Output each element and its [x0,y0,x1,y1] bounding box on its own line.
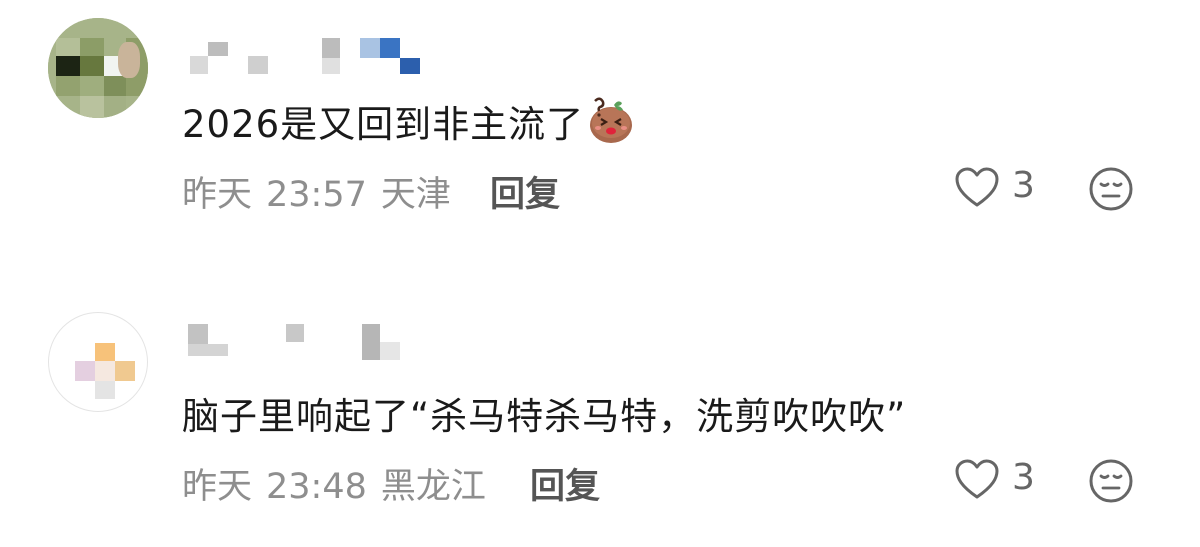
avatar-pixel [115,361,135,381]
comment-item: 脑子里响起了“杀马特杀马特，洗剪吹吹吹” 昨天 23:48 黑龙江 回复 3 [0,260,1200,547]
mosaic-block [248,56,268,74]
mosaic-block [322,38,340,58]
avatar-pixel [104,76,126,96]
mosaic-block [188,324,208,344]
comment-text: 2026是又回到非主流了 [182,94,636,152]
like-count: 3 [1012,165,1035,206]
like-button[interactable]: 3 [955,165,1045,213]
mosaic-block [188,344,228,356]
mosaic-block [380,342,400,360]
avatar-pixel [80,76,104,96]
avatar-pixel [104,96,126,118]
like-count: 3 [1012,457,1035,498]
username-redacted[interactable] [182,30,422,74]
comment-date: 昨天 [182,175,253,215]
avatar-pixel [56,76,80,96]
avatar-pixel [80,38,104,56]
avatar-pixel [95,343,115,361]
avatar-pixel [56,56,80,76]
avatar-pixel [80,56,104,76]
avatar-dog-figure [118,42,140,78]
avatar-pixel [56,38,80,56]
comment-meta: 昨天 23:57 天津 [182,166,465,217]
avatar-pixel [80,96,104,118]
reply-button[interactable]: 回复 [530,458,600,509]
avatar-pixel [95,361,115,381]
dislike-button[interactable] [1088,166,1134,212]
avatar[interactable] [48,312,148,412]
neutral-face-icon [1089,459,1133,503]
mosaic-block [360,38,380,58]
mosaic-block [400,58,420,74]
mosaic-block [380,38,400,58]
avatar-pixel [75,361,95,381]
mosaic-block [286,324,304,342]
username-redacted[interactable] [182,322,422,366]
comment-location: 黑龙江 [380,467,486,507]
avatar-pixel [95,381,115,399]
comment-text: 脑子里响起了“杀马特杀马特，洗剪吹吹吹” [182,395,907,438]
comment-location: 天津 [380,175,451,215]
comment-meta: 昨天 23:48 黑龙江 [182,458,500,509]
reply-button[interactable]: 回复 [490,166,560,217]
comment-time: 23:48 [266,467,367,507]
mosaic-block [322,58,340,74]
heart-outline-icon [955,459,999,499]
like-button[interactable]: 3 [955,457,1045,505]
comment-date: 昨天 [182,467,253,507]
smiling-potato-sticker-icon [586,96,636,146]
mosaic-block [362,324,380,360]
dislike-button[interactable] [1088,458,1134,504]
avatar[interactable] [48,18,148,118]
neutral-face-icon [1089,167,1133,211]
comment-text-content: 2026是又回到非主流了 [182,103,585,146]
mosaic-block [208,42,228,56]
heart-outline-icon [955,167,999,207]
comment-item: 2026是又回到非主流了 昨天 23:57 天津 回复 3 [0,0,1200,260]
comment-time: 23:57 [266,175,367,215]
mosaic-block [190,56,208,74]
